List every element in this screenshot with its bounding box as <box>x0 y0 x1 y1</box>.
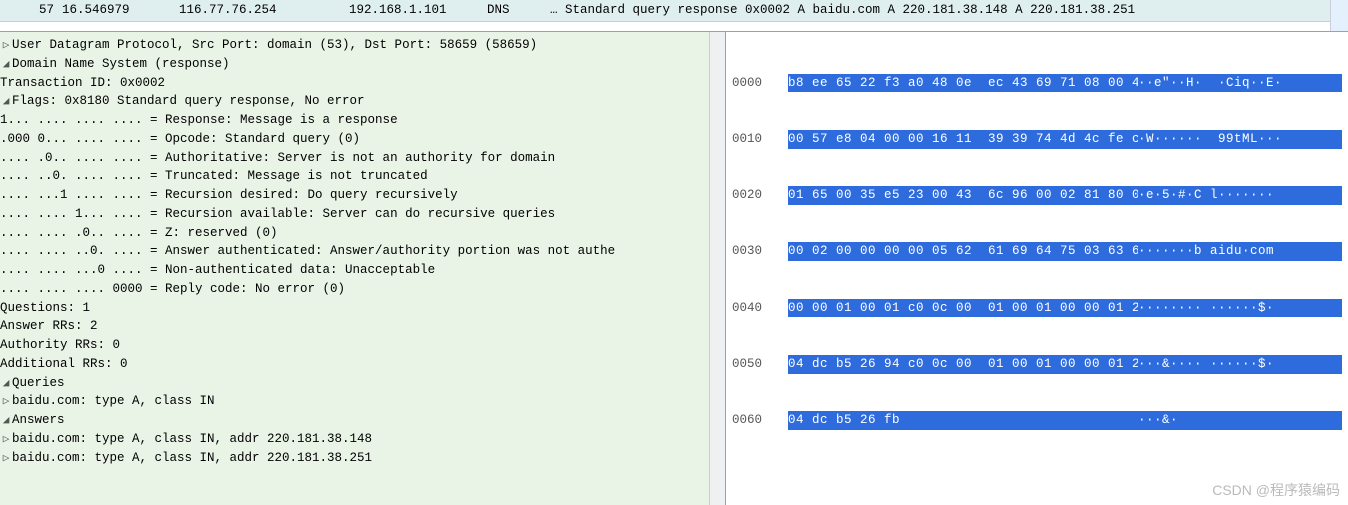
flag-line[interactable]: .... .... ..0. .... = Answer authenticat… <box>0 242 725 261</box>
hex-ascii: ········ ······$· <box>1138 299 1342 318</box>
hex-bytes: 04 dc b5 26 fb <box>788 411 1138 430</box>
flag-line[interactable]: .... .... .... 0000 = Reply code: No err… <box>0 280 725 299</box>
chevron-down-icon[interactable]: ◢ <box>0 376 12 393</box>
node-udp[interactable]: ▷User Datagram Protocol, Src Port: domai… <box>0 36 725 55</box>
node-questions[interactable]: Questions: 1 <box>0 299 725 318</box>
flag-line[interactable]: .... .... 1... .... = Recursion availabl… <box>0 205 725 224</box>
hex-ascii: ·······b aidu·com <box>1138 242 1342 261</box>
flag-line[interactable]: .... .... ...0 .... = Non-authenticated … <box>0 261 725 280</box>
node-queries[interactable]: ◢Queries <box>0 374 725 393</box>
hex-offset: 0040 <box>732 299 788 318</box>
hex-offset: 0030 <box>732 242 788 261</box>
hex-ascii: ···&· <box>1138 411 1342 430</box>
hex-ascii: ··e"··H· ·Ciq··E· <box>1138 74 1342 93</box>
flag-line[interactable]: .... .0.. .... .... = Authoritative: Ser… <box>0 149 725 168</box>
node-dns[interactable]: ◢Domain Name System (response) <box>0 55 725 74</box>
node-answer-rrs[interactable]: Answer RRs: 2 <box>0 317 725 336</box>
chevron-down-icon[interactable]: ◢ <box>0 94 12 111</box>
flag-line[interactable]: .... ...1 .... .... = Recursion desired:… <box>0 186 725 205</box>
packet-bytes-pane[interactable]: 0000b8 ee 65 22 f3 a0 48 0e ec 43 69 71 … <box>726 32 1348 505</box>
hex-ascii: ···&···· ······$· <box>1138 355 1342 374</box>
hex-offset: 0050 <box>732 355 788 374</box>
packet-details-pane[interactable]: ▷User Datagram Protocol, Src Port: domai… <box>0 32 726 505</box>
hex-ascii: ·e·5·#·C l······· <box>1138 186 1342 205</box>
packet-list-pane[interactable]: 57 16.546979 116.77.76.254 192.168.1.101… <box>0 0 1348 32</box>
hex-row[interactable]: 003000 02 00 00 00 00 05 62 61 69 64 75 … <box>732 242 1342 261</box>
chevron-right-icon[interactable]: ▷ <box>0 394 12 411</box>
hex-offset: 0020 <box>732 186 788 205</box>
tree-scrollbar[interactable] <box>709 32 725 505</box>
hex-offset: 0060 <box>732 411 788 430</box>
chevron-down-icon[interactable]: ◢ <box>0 413 12 430</box>
hex-ascii: ·W······ 99tML··· <box>1138 130 1342 149</box>
hex-bytes: 00 57 e8 04 00 00 16 11 39 39 74 4d 4c f… <box>788 130 1138 149</box>
hex-row[interactable]: 001000 57 e8 04 00 00 16 11 39 39 74 4d … <box>732 130 1342 149</box>
node-authority-rrs[interactable]: Authority RRs: 0 <box>0 336 725 355</box>
packet-row-selected[interactable]: 57 16.546979 116.77.76.254 192.168.1.101… <box>0 0 1348 22</box>
chevron-right-icon[interactable]: ▷ <box>0 432 12 449</box>
col-info: … Standard query response 0x0002 A baidu… <box>546 0 1348 21</box>
hex-row[interactable]: 004000 00 01 00 01 c0 0c 00 01 00 01 00 … <box>732 299 1342 318</box>
col-dest: 192.168.1.101 <box>345 0 483 21</box>
hex-offset: 0000 <box>732 74 788 93</box>
col-no: 57 <box>18 0 58 21</box>
hex-row[interactable]: 005004 dc b5 26 94 c0 0c 00 01 00 01 00 … <box>732 355 1342 374</box>
node-answers[interactable]: ◢Answers <box>0 411 725 430</box>
hex-offset: 0010 <box>732 130 788 149</box>
flag-line[interactable]: .... .... .0.. .... = Z: reserved (0) <box>0 224 725 243</box>
flag-line[interactable]: .000 0... .... .... = Opcode: Standard q… <box>0 130 725 149</box>
packetlist-scrollbar[interactable] <box>1330 0 1348 31</box>
hex-bytes: 00 00 01 00 01 c0 0c 00 01 00 01 00 00 0… <box>788 299 1138 318</box>
col-time: 16.546979 <box>58 0 175 21</box>
hex-bytes: 01 65 00 35 e5 23 00 43 6c 96 00 02 81 8… <box>788 186 1138 205</box>
chevron-right-icon[interactable]: ▷ <box>0 38 12 55</box>
hex-row[interactable]: 0000b8 ee 65 22 f3 a0 48 0e ec 43 69 71 … <box>732 74 1342 93</box>
col-protocol: DNS <box>483 0 546 21</box>
node-transaction-id[interactable]: Transaction ID: 0x0002 <box>0 74 725 93</box>
hex-bytes: 00 02 00 00 00 00 05 62 61 69 64 75 03 6… <box>788 242 1138 261</box>
chevron-right-icon[interactable]: ▷ <box>0 451 12 468</box>
flag-line[interactable]: 1... .... .... .... = Response: Message … <box>0 111 725 130</box>
node-query-item[interactable]: ▷baidu.com: type A, class IN <box>0 392 725 411</box>
node-additional-rrs[interactable]: Additional RRs: 0 <box>0 355 725 374</box>
hex-bytes: 04 dc b5 26 94 c0 0c 00 01 00 01 00 00 0… <box>788 355 1138 374</box>
col-source: 116.77.76.254 <box>175 0 345 21</box>
flag-line[interactable]: .... ..0. .... .... = Truncated: Message… <box>0 167 725 186</box>
hex-row[interactable]: 006004 dc b5 26 fb···&· <box>732 411 1342 430</box>
node-answer-item[interactable]: ▷baidu.com: type A, class IN, addr 220.1… <box>0 449 725 468</box>
node-flags[interactable]: ◢Flags: 0x8180 Standard query response, … <box>0 92 725 111</box>
hex-row[interactable]: 002001 65 00 35 e5 23 00 43 6c 96 00 02 … <box>732 186 1342 205</box>
node-answer-item[interactable]: ▷baidu.com: type A, class IN, addr 220.1… <box>0 430 725 449</box>
hex-bytes: b8 ee 65 22 f3 a0 48 0e ec 43 69 71 08 0… <box>788 74 1138 93</box>
chevron-down-icon[interactable]: ◢ <box>0 57 12 74</box>
